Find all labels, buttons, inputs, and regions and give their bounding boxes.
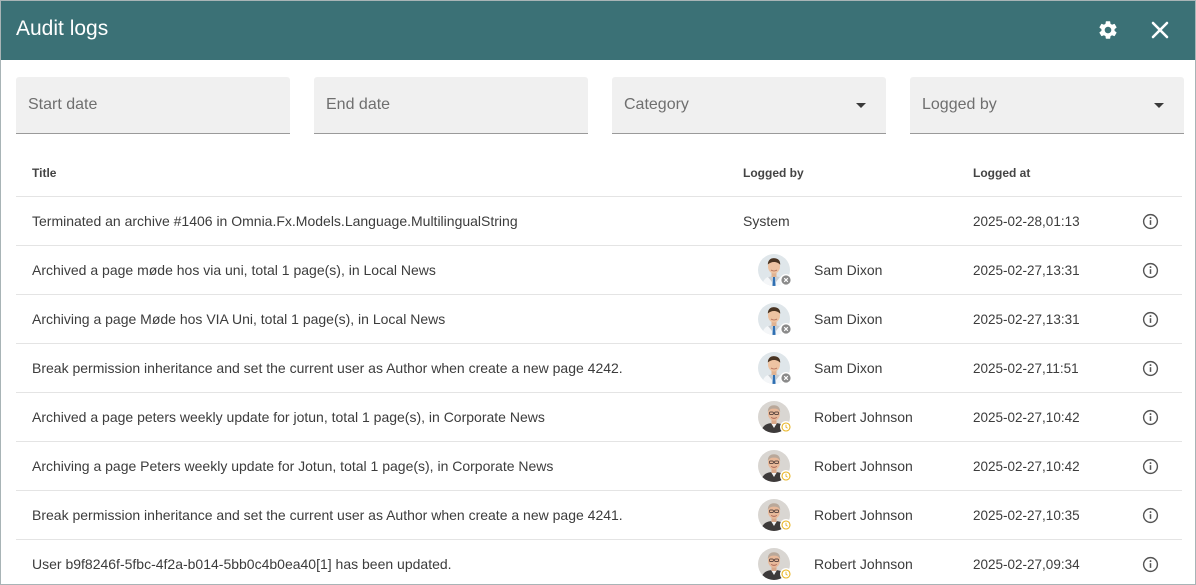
row-logged-by: Robert Johnson [743,442,913,490]
away-status-icon [780,470,792,482]
column-header-title[interactable]: Title [32,166,56,180]
row-title: Archived a page møde hos via uni, total … [32,262,436,278]
start-date-field[interactable]: Start date [16,77,290,134]
user-name: Sam Dixon [814,360,883,376]
dialog-title: Audit logs [16,17,109,40]
info-icon[interactable] [1139,393,1161,441]
user-name: Sam Dixon [814,311,883,327]
row-logged-by: Robert Johnson [743,540,913,584]
offline-status-icon [780,372,792,384]
row-logged-at: 2025-02-27,09:34 [973,556,1080,572]
offline-status-icon [780,274,792,286]
row-logged-at: 2025-02-28,01:13 [973,213,1080,229]
table-row[interactable]: Terminated an archive #1406 in Omnia.Fx.… [16,197,1182,246]
table-row[interactable]: Archived a page møde hos via uni, total … [16,246,1182,295]
user-name: Robert Johnson [814,507,913,523]
row-logged-by: Sam Dixon [743,295,882,343]
user-name: Robert Johnson [814,458,913,474]
row-logged-at: 2025-02-27,10:42 [973,458,1080,474]
row-title: Break permission inheritance and set the… [32,507,623,523]
away-status-icon [780,568,792,580]
user-persona[interactable]: Robert Johnson [743,401,913,433]
row-logged-by: Robert Johnson [743,393,913,441]
row-logged-at: 2025-02-27,13:31 [973,262,1080,278]
column-header-logged-by[interactable]: Logged by [743,166,804,180]
table-row[interactable]: Break permission inheritance and set the… [16,344,1182,393]
user-persona[interactable]: Sam Dixon [743,352,882,384]
avatar [758,303,792,335]
info-icon[interactable] [1139,442,1161,490]
chevron-down-icon [1154,103,1164,108]
user-persona[interactable]: Sam Dixon [743,303,882,335]
user-name: Robert Johnson [814,409,913,425]
info-icon[interactable] [1139,197,1161,245]
end-date-placeholder: End date [326,96,391,113]
row-title: User b9f8246f-5fbc-4f2a-b014-5bb0c4b0ea4… [32,556,452,572]
row-title: Archived a page peters weekly update for… [32,409,545,425]
info-icon[interactable] [1139,295,1161,343]
table-row[interactable]: Break permission inheritance and set the… [16,491,1182,540]
avatar [758,254,792,286]
table-row[interactable]: Archiving a page Peters weekly update fo… [16,442,1182,491]
row-logged-by: System [743,213,790,229]
row-logged-at: 2025-02-27,10:42 [973,409,1080,425]
audit-logs-dialog: Audit logs Start date End date Category … [0,0,1196,585]
avatar [758,548,792,580]
start-date-placeholder: Start date [28,96,98,113]
user-name: Robert Johnson [814,556,913,572]
logged-by-select[interactable]: Logged by [910,77,1184,134]
table-header: Title Logged by Logged at [16,149,1182,197]
away-status-icon [780,519,792,531]
category-placeholder: Category [624,96,689,113]
logged-by-placeholder: Logged by [922,96,997,113]
dialog-header: Audit logs [1,1,1195,60]
avatar [758,401,792,433]
row-title: Break permission inheritance and set the… [32,360,623,376]
offline-status-icon [780,323,792,335]
chevron-down-icon [856,103,866,108]
table-body: Terminated an archive #1406 in Omnia.Fx.… [16,197,1182,584]
info-icon[interactable] [1139,540,1161,584]
row-logged-by: Sam Dixon [743,344,882,392]
user-name: Sam Dixon [814,262,883,278]
column-header-logged-at[interactable]: Logged at [973,166,1030,180]
user-persona[interactable]: Robert Johnson [743,450,913,482]
gear-icon[interactable] [1093,15,1123,45]
avatar [758,499,792,531]
audit-log-table: Title Logged by Logged at Terminated an … [16,149,1182,584]
table-row[interactable]: User b9f8246f-5fbc-4f2a-b014-5bb0c4b0ea4… [16,540,1182,584]
row-logged-by: Robert Johnson [743,491,913,539]
row-title: Terminated an archive #1406 in Omnia.Fx.… [32,213,518,229]
close-icon[interactable] [1145,15,1175,45]
avatar [758,450,792,482]
table-row[interactable]: Archived a page peters weekly update for… [16,393,1182,442]
row-logged-at: 2025-02-27,11:51 [973,360,1079,376]
row-title: Archiving a page Peters weekly update fo… [32,458,554,474]
row-logged-by: Sam Dixon [743,246,882,294]
category-select[interactable]: Category [612,77,886,134]
away-status-icon [780,421,792,433]
user-persona[interactable]: Robert Johnson [743,499,913,531]
end-date-field[interactable]: End date [314,77,588,134]
info-icon[interactable] [1139,491,1161,539]
info-icon[interactable] [1139,344,1161,392]
table-row[interactable]: Archiving a page Møde hos VIA Uni, total… [16,295,1182,344]
row-logged-at: 2025-02-27,13:31 [973,311,1080,327]
info-icon[interactable] [1139,246,1161,294]
row-logged-at: 2025-02-27,10:35 [973,507,1080,523]
row-title: Archiving a page Møde hos VIA Uni, total… [32,311,446,327]
user-persona[interactable]: Robert Johnson [743,548,913,580]
user-persona[interactable]: Sam Dixon [743,254,882,286]
avatar [758,352,792,384]
